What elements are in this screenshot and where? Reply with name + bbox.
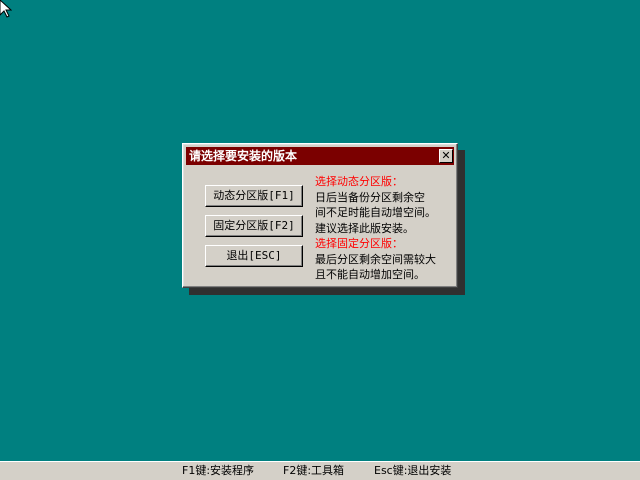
version-select-dialog: 请选择要安装的版本 ✕ 动态分区版[F1] 固定分区版[F2] 退出[ESC] … — [182, 143, 458, 288]
status-f1-install: F1键:安装程序 — [182, 464, 255, 477]
mouse-pointer-icon — [0, 0, 12, 18]
dynamic-desc-line: 日后当备份分区剩余空 — [315, 190, 425, 204]
status-bar: F1键:安装程序 F2键:工具箱 Esc键:退出安装 — [0, 461, 640, 480]
desktop: { "dialog": { "title": "请选择要安装的版本", "clo… — [0, 0, 640, 480]
dialog-titlebar[interactable]: 请选择要安装的版本 ✕ — [186, 147, 454, 165]
status-esc-exit: Esc键:退出安装 — [374, 464, 452, 477]
dynamic-partition-button[interactable]: 动态分区版[F1] — [205, 185, 303, 207]
dynamic-desc-line: 间不足时能自动增空间。 — [315, 206, 436, 219]
exit-button[interactable]: 退出[ESC] — [205, 245, 303, 267]
fixed-desc-line: 且不能自动增加空间。 — [315, 268, 425, 281]
dynamic-heading: 选择动态分区版： — [315, 175, 403, 188]
fixed-heading: 选择固定分区版： — [315, 237, 403, 250]
status-f2-toolbox: F2键:工具箱 — [283, 464, 345, 477]
close-icon[interactable]: ✕ — [439, 149, 453, 163]
dynamic-desc-line: 建议选择此版安装。 — [315, 221, 414, 235]
version-description: 选择动态分区版： 日后当备份分区剩余空 间不足时能自动增空间。 建议选择此版安装… — [315, 174, 455, 283]
dialog-title: 请选择要安装的版本 — [189, 149, 298, 163]
fixed-desc-line: 最后分区剩余空间需较大 — [315, 252, 436, 266]
fixed-partition-button[interactable]: 固定分区版[F2] — [205, 215, 303, 237]
